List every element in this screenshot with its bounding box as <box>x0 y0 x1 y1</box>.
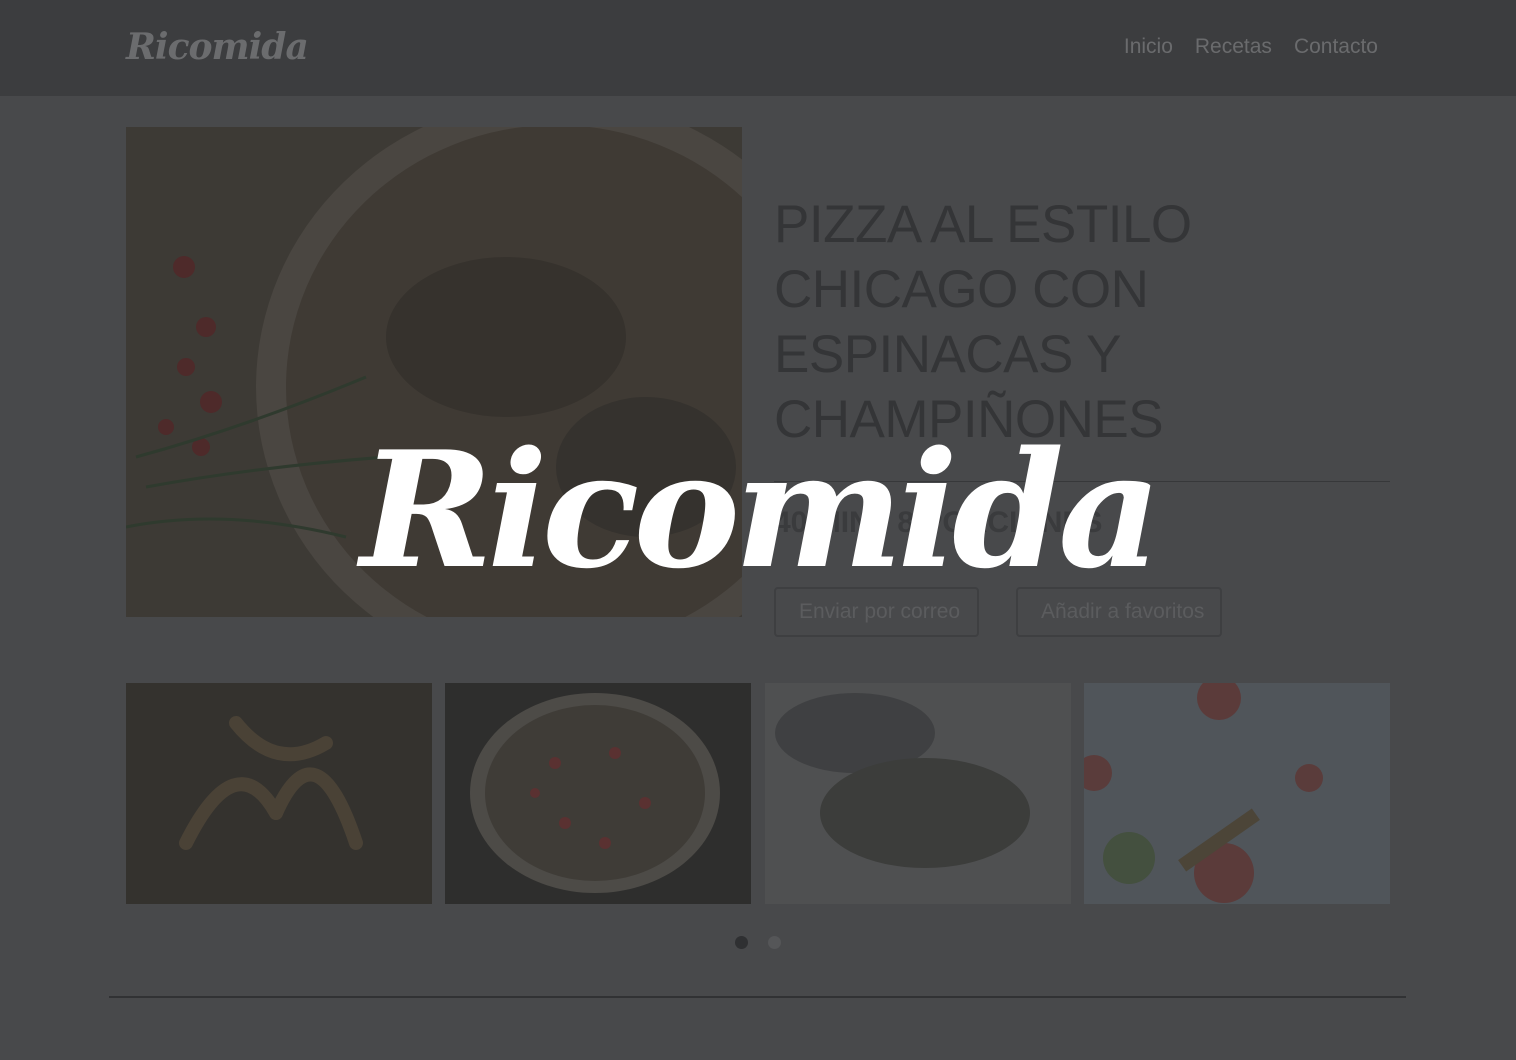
splash-logo: Ricomida <box>360 416 1162 604</box>
splash-overlay: Ricomida <box>0 0 1516 1060</box>
